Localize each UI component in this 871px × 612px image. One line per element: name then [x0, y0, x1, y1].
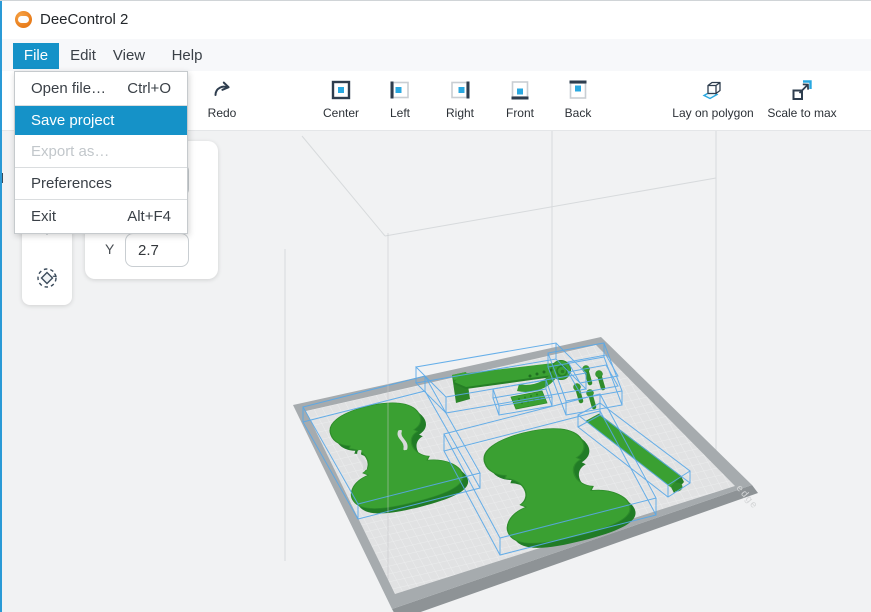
- redo-icon: [192, 78, 252, 102]
- save-project-label: Save project: [31, 112, 114, 129]
- view-right-icon: [433, 78, 487, 102]
- export-as-label: Export as…: [31, 143, 109, 160]
- view-front-label: Front: [506, 106, 534, 120]
- scale-to-max-button[interactable]: Scale to max: [757, 78, 847, 120]
- menu-item-save-project[interactable]: Save project: [15, 105, 187, 135]
- rotate-tool-button[interactable]: [34, 265, 60, 291]
- menu-item-preferences[interactable]: Preferences: [15, 167, 187, 199]
- axis-y-label: Y: [105, 241, 114, 257]
- menu-item-exit[interactable]: Exit Alt+F4: [15, 199, 187, 233]
- view-front-icon: [493, 78, 547, 102]
- redo-button[interactable]: Redo: [192, 78, 252, 120]
- axis-y-input[interactable]: [125, 233, 189, 267]
- exit-label: Exit: [31, 208, 56, 225]
- deecontrol-window: { "window": { "title": "DeeControl 2" },…: [0, 0, 871, 611]
- exit-shortcut: Alt+F4: [127, 208, 171, 225]
- menu-item-export-as[interactable]: Export as…: [15, 135, 187, 167]
- scale-to-max-icon: [757, 78, 847, 102]
- window-title: DeeControl 2: [40, 11, 128, 28]
- menu-help[interactable]: Help: [164, 43, 210, 69]
- scale-to-max-label: Scale to max: [767, 106, 836, 120]
- view-back-label: Back: [565, 106, 592, 120]
- view-right-button[interactable]: Right: [433, 78, 487, 120]
- redo-label: Redo: [208, 106, 237, 120]
- menu-file[interactable]: File: [13, 43, 59, 69]
- titlebar: DeeControl 2: [0, 1, 871, 39]
- view-back-icon: [551, 78, 605, 102]
- open-file-shortcut: Ctrl+O: [127, 80, 171, 97]
- window-left-border: [0, 1, 2, 612]
- view-back-button[interactable]: Back: [551, 78, 605, 120]
- view-center-label: Center: [323, 106, 359, 120]
- lay-on-polygon-icon: [658, 78, 768, 102]
- view-front-button[interactable]: Front: [493, 78, 547, 120]
- menubar: File Edit View Help: [0, 39, 871, 71]
- lay-on-polygon-button[interactable]: Lay on polygon: [658, 78, 768, 120]
- view-right-label: Right: [446, 106, 474, 120]
- menu-view[interactable]: View: [106, 43, 152, 69]
- app-logo-icon: [15, 11, 32, 28]
- view-left-button[interactable]: Left: [375, 78, 425, 120]
- view-center-icon: [311, 78, 371, 102]
- open-file-label: Open file…: [31, 80, 106, 97]
- preferences-label: Preferences: [31, 175, 112, 192]
- menu-edit[interactable]: Edit: [62, 43, 104, 69]
- view-left-icon: [375, 78, 425, 102]
- file-menu-dropdown: Open file… Ctrl+O Save project Export as…: [14, 71, 188, 234]
- view-center-button[interactable]: Center: [311, 78, 371, 120]
- view-left-label: Left: [390, 106, 410, 120]
- menu-item-open-file[interactable]: Open file… Ctrl+O: [15, 72, 187, 105]
- lay-on-polygon-label: Lay on polygon: [672, 106, 753, 120]
- rotate-icon: [34, 278, 60, 295]
